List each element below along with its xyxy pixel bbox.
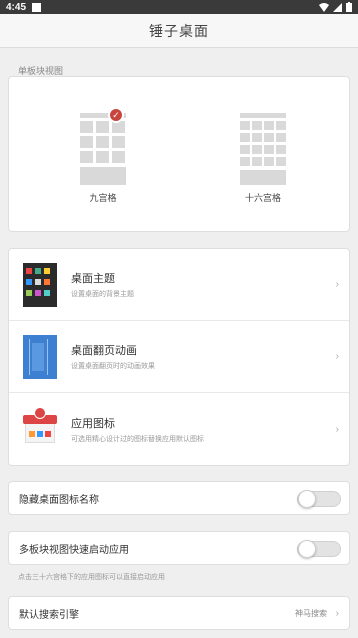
- animation-thumbnail-icon: [23, 334, 57, 379]
- layout-card: ✓ 九宫格 十六宫格: [8, 76, 350, 232]
- section-label-layout: 单板块视图: [18, 66, 64, 76]
- toggle-label: 隐藏桌面图标名称: [19, 494, 99, 506]
- hide-names-switch[interactable]: [297, 490, 341, 508]
- nine-grid-icon: ✓: [80, 107, 126, 185]
- search-engine-value: 神马搜索: [295, 608, 327, 618]
- setting-page-animation[interactable]: 桌面翻页动画 设置桌面翻页时的动画效果 ›: [9, 321, 349, 393]
- layout-option-sixteen[interactable]: 十六宫格: [223, 113, 303, 204]
- setting-title: 应用图标: [71, 417, 115, 430]
- selected-check-icon: ✓: [108, 107, 124, 123]
- battery-icon: [346, 2, 352, 12]
- layout-option-label: 十六宫格: [244, 193, 281, 203]
- signal-icon: [333, 2, 342, 12]
- search-engine-label: 默认搜索引擎: [19, 609, 79, 621]
- settings-list: 桌面主题 设置桌面的背景主题 › 桌面翻页动画 设置桌面翻页时的动画效果 › 应…: [8, 248, 350, 466]
- quick-launch-hint: 点击三十六宫格下的应用图标可以直接启动应用: [18, 574, 165, 581]
- toggle-label: 多板块视图快速启动应用: [19, 544, 129, 556]
- setting-subtitle: 可选用精心设计过的图标替换应用默认图标: [71, 435, 204, 443]
- wifi-icon: [319, 2, 329, 12]
- page-title: 锤子桌面: [0, 14, 358, 48]
- app-icons-store-icon: [23, 407, 57, 451]
- chevron-right-icon: ›: [335, 351, 339, 362]
- chevron-right-icon: ›: [335, 423, 339, 435]
- quick-launch-switch[interactable]: [297, 540, 341, 558]
- chevron-right-icon: ›: [335, 279, 339, 290]
- status-time: 4:45: [6, 1, 27, 13]
- theme-thumbnail-icon: [23, 262, 57, 307]
- search-engine-row[interactable]: 默认搜索引擎 神马搜索 ›: [8, 596, 350, 630]
- setting-subtitle: 设置桌面的背景主题: [71, 291, 134, 298]
- toggle-row-hide-names: 隐藏桌面图标名称: [8, 481, 350, 515]
- setting-app-icons[interactable]: 应用图标 可选用精心设计过的图标替换应用默认图标 ›: [9, 393, 349, 465]
- setting-title: 桌面主题: [71, 273, 115, 285]
- setting-subtitle: 设置桌面翻页时的动画效果: [71, 363, 155, 370]
- status-bar: 4:45: [0, 0, 358, 14]
- notification-icon: [32, 2, 42, 12]
- sixteen-grid-icon: [240, 113, 286, 185]
- setting-desktop-theme[interactable]: 桌面主题 设置桌面的背景主题 ›: [9, 249, 349, 321]
- setting-title: 桌面翻页动画: [71, 345, 137, 357]
- layout-option-nine[interactable]: ✓ 九宫格: [63, 107, 143, 204]
- toggle-row-quick-launch: 多板块视图快速启动应用: [8, 531, 350, 565]
- layout-option-label: 九宫格: [89, 193, 117, 203]
- chevron-right-icon: ›: [335, 607, 339, 619]
